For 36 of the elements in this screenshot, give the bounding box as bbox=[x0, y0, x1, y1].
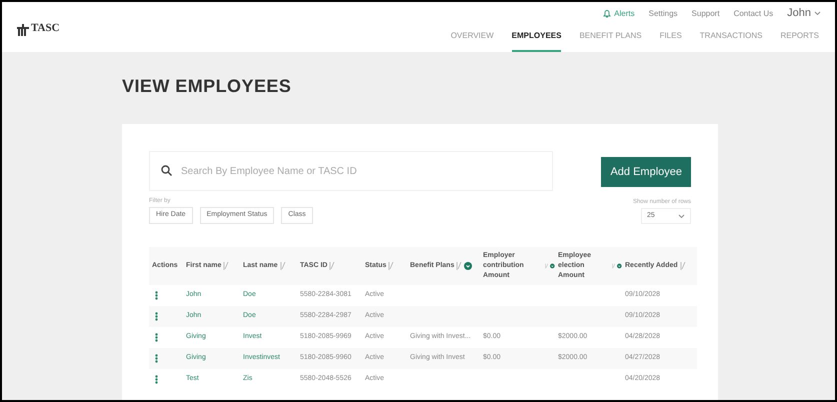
kebab-menu-icon[interactable] bbox=[155, 333, 158, 342]
info-icon bbox=[550, 262, 555, 270]
add-employee-button[interactable]: Add Employee bbox=[601, 157, 691, 187]
logo-icon bbox=[16, 22, 30, 36]
sort-icon[interactable] bbox=[388, 262, 394, 270]
sort-icon[interactable] bbox=[329, 262, 336, 270]
search-field[interactable]: Search By Employee Name or TASC ID bbox=[149, 151, 553, 191]
kebab-menu-icon[interactable] bbox=[155, 312, 158, 321]
header-link[interactable]: Support bbox=[692, 8, 720, 20]
page-title: VIEW EMPLOYEES bbox=[122, 74, 292, 98]
kebab-menu-icon[interactable] bbox=[155, 291, 158, 300]
caret-icon bbox=[814, 11, 821, 16]
alerts-link[interactable]: Alerts bbox=[603, 8, 635, 20]
sort-icon[interactable] bbox=[680, 262, 686, 270]
bell-icon bbox=[603, 9, 612, 18]
nav-tab[interactable]: EMPLOYEES bbox=[512, 25, 562, 52]
sort-icon[interactable] bbox=[456, 262, 462, 270]
info-icon bbox=[617, 262, 622, 270]
nav-tab[interactable]: TRANSACTIONS bbox=[700, 25, 762, 52]
header-link[interactable]: Contact Us bbox=[734, 8, 774, 20]
header-link[interactable]: Settings bbox=[648, 8, 678, 20]
sort-icon[interactable] bbox=[223, 262, 230, 270]
nav-tab[interactable]: FILES bbox=[660, 25, 682, 52]
sort-icon[interactable] bbox=[544, 262, 548, 270]
info-icon bbox=[464, 262, 472, 270]
sort-icon[interactable] bbox=[612, 262, 616, 270]
nav-tab[interactable]: REPORTS bbox=[780, 25, 819, 52]
nav-tab[interactable]: BENEFIT PLANS bbox=[579, 25, 642, 52]
kebab-menu-icon[interactable] bbox=[155, 354, 158, 363]
logo[interactable]: TASC bbox=[16, 20, 60, 36]
nav-tab[interactable]: OVERVIEW bbox=[450, 25, 494, 52]
sort-icon[interactable] bbox=[280, 262, 286, 270]
caret-icon bbox=[678, 214, 685, 218]
search-icon bbox=[161, 165, 172, 176]
kebab-menu-icon[interactable] bbox=[155, 375, 158, 384]
user-menu[interactable]: John bbox=[787, 5, 821, 22]
